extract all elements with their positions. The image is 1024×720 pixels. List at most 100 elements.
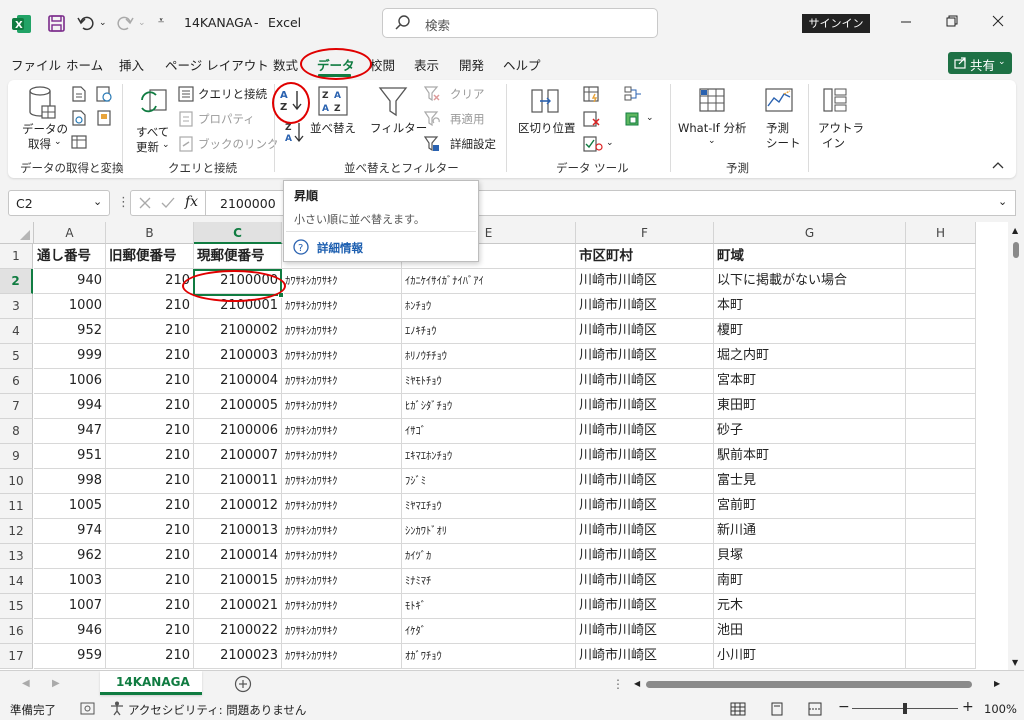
table-cell[interactable]: ｶｲﾂﾞｶ — [402, 544, 576, 569]
table-cell[interactable]: 210 — [106, 369, 194, 394]
search-box[interactable]: 検索 — [382, 8, 658, 38]
normal-view-icon[interactable] — [730, 702, 746, 716]
page-break-view-icon[interactable] — [808, 702, 822, 716]
tab-review[interactable]: 校閲 — [370, 55, 395, 74]
table-cell[interactable]: 川崎市川崎区 — [576, 569, 714, 594]
table-cell[interactable] — [906, 644, 976, 669]
table-cell[interactable]: 堀之内町 — [714, 344, 906, 369]
table-cell[interactable]: 2100012 — [194, 494, 282, 519]
select-all-corner[interactable] — [0, 222, 34, 244]
table-cell[interactable]: 南町 — [714, 569, 906, 594]
table-cell[interactable]: 952 — [34, 319, 106, 344]
row-header[interactable]: 17 — [0, 644, 33, 669]
table-cell[interactable]: 2100022 — [194, 619, 282, 644]
collapse-ribbon-icon[interactable] — [992, 160, 1004, 170]
redo-dropdown-icon[interactable]: ⌄ — [138, 18, 146, 28]
table-cell[interactable] — [906, 294, 976, 319]
table-cell[interactable]: ｼﾝｶﾜﾄﾞｵﾘ — [402, 519, 576, 544]
table-cell[interactable] — [906, 519, 976, 544]
tab-help[interactable]: ヘルプ — [503, 55, 541, 74]
existing-connections-icon[interactable] — [96, 110, 112, 126]
table-cell[interactable]: 959 — [34, 644, 106, 669]
customize-toolbar-icon[interactable]: ⩡ — [158, 14, 164, 28]
table-cell[interactable]: 富士見 — [714, 469, 906, 494]
accessibility-icon[interactable] — [110, 701, 124, 716]
table-cell[interactable]: 川崎市川崎区 — [576, 644, 714, 669]
table-cell[interactable]: 1005 — [34, 494, 106, 519]
row-header[interactable]: 10 — [0, 469, 33, 494]
recent-sources-icon[interactable] — [96, 86, 112, 102]
table-cell[interactable]: ｶﾜｻｷｼｶﾜｻｷｸ — [282, 569, 402, 594]
next-sheet-icon[interactable]: ▶ — [52, 678, 60, 689]
table-cell[interactable]: 川崎市川崎区 — [576, 544, 714, 569]
table-cell[interactable] — [906, 544, 976, 569]
table-cell[interactable]: 川崎市川崎区 — [576, 269, 714, 294]
remove-duplicates-icon[interactable] — [583, 111, 601, 127]
row-header[interactable]: 15 — [0, 594, 33, 619]
refresh-all-button[interactable]: すべて 更新 ⌄ — [130, 84, 174, 156]
table-cell[interactable]: 210 — [106, 594, 194, 619]
table-cell[interactable]: 210 — [106, 394, 194, 419]
vertical-scrollbar[interactable]: ▲ ▼ — [1008, 222, 1024, 670]
from-web-icon[interactable] — [71, 110, 87, 126]
tab-split-handle-icon[interactable]: ⋮ — [612, 677, 624, 691]
table-cell[interactable]: 川崎市川崎区 — [576, 369, 714, 394]
from-text-icon[interactable] — [71, 86, 87, 102]
table-cell[interactable]: 2100003 — [194, 344, 282, 369]
table-cell[interactable]: ｵｶﾞﾜﾁｮｳ — [402, 644, 576, 669]
table-cell[interactable]: 本町 — [714, 294, 906, 319]
table-cell[interactable] — [906, 319, 976, 344]
table-cell[interactable]: 川崎市川崎区 — [576, 619, 714, 644]
tab-developer[interactable]: 開発 — [459, 55, 484, 74]
table-cell[interactable] — [906, 344, 976, 369]
table-cell[interactable]: ｶﾜｻｷｼｶﾜｻｷｸ — [282, 344, 402, 369]
table-cell[interactable]: 2100023 — [194, 644, 282, 669]
table-cell[interactable]: 川崎市川崎区 — [576, 519, 714, 544]
table-cell[interactable]: ｶﾜｻｷｼｶﾜｻｷｸ — [282, 619, 402, 644]
sheet-tab-active[interactable]: 14KANAGA — [100, 671, 202, 695]
table-cell[interactable] — [906, 444, 976, 469]
table-cell[interactable]: 999 — [34, 344, 106, 369]
table-cell[interactable]: 210 — [106, 619, 194, 644]
table-cell[interactable]: 1006 — [34, 369, 106, 394]
table-cell[interactable]: 210 — [106, 319, 194, 344]
vertical-scroll-thumb[interactable] — [1013, 242, 1019, 258]
column-header-b[interactable]: B — [106, 222, 194, 244]
column-header-g[interactable]: G — [714, 222, 906, 244]
share-button[interactable]: 共有 ⌄ — [948, 52, 1012, 74]
table-cell[interactable]: ｶﾜｻｷｼｶﾜｻｷｸ — [282, 544, 402, 569]
zoom-out-icon[interactable]: − — [838, 699, 850, 715]
table-cell[interactable]: ﾎﾘﾉｳﾁﾁｮｳ — [402, 344, 576, 369]
consolidate-icon[interactable] — [624, 86, 642, 102]
table-cell[interactable]: 210 — [106, 569, 194, 594]
table-cell[interactable]: ﾐﾔﾓﾄﾁｮｳ — [402, 369, 576, 394]
tab-home[interactable]: ホーム — [66, 55, 103, 74]
table-cell[interactable] — [906, 369, 976, 394]
table-cell[interactable]: ｶﾜｻｷｼｶﾜｻｷｸ — [282, 644, 402, 669]
row-header[interactable]: 2 — [0, 269, 33, 294]
undo-icon[interactable] — [77, 14, 95, 32]
macro-record-icon[interactable] — [80, 702, 96, 716]
table-cell[interactable]: 2100015 — [194, 569, 282, 594]
row-header[interactable]: 14 — [0, 569, 33, 594]
table-cell[interactable]: ﾋｶﾞｼﾀﾞﾁｮｳ — [402, 394, 576, 419]
table-cell[interactable]: 宮本町 — [714, 369, 906, 394]
table-cell[interactable]: 2100002 — [194, 319, 282, 344]
column-header-h[interactable]: H — [906, 222, 976, 244]
table-cell[interactable] — [906, 619, 976, 644]
text-to-columns-button[interactable]: 区切り位置 — [514, 86, 578, 148]
table-cell[interactable]: 2100011 — [194, 469, 282, 494]
table-cell[interactable]: 川崎市川崎区 — [576, 594, 714, 619]
table-cell[interactable] — [906, 394, 976, 419]
undo-dropdown-icon[interactable]: ⌄ — [99, 18, 107, 28]
row-header[interactable]: 6 — [0, 369, 33, 394]
scroll-down-icon[interactable]: ▼ — [1012, 658, 1018, 667]
table-cell[interactable]: 池田 — [714, 619, 906, 644]
table-cell[interactable]: 998 — [34, 469, 106, 494]
table-cell[interactable] — [906, 269, 976, 294]
tab-file[interactable]: ファイル — [11, 55, 61, 74]
table-cell[interactable]: 210 — [106, 419, 194, 444]
flash-fill-icon[interactable] — [583, 86, 601, 102]
table-cell[interactable] — [906, 469, 976, 494]
scroll-right-icon[interactable]: ▶ — [994, 679, 1000, 688]
